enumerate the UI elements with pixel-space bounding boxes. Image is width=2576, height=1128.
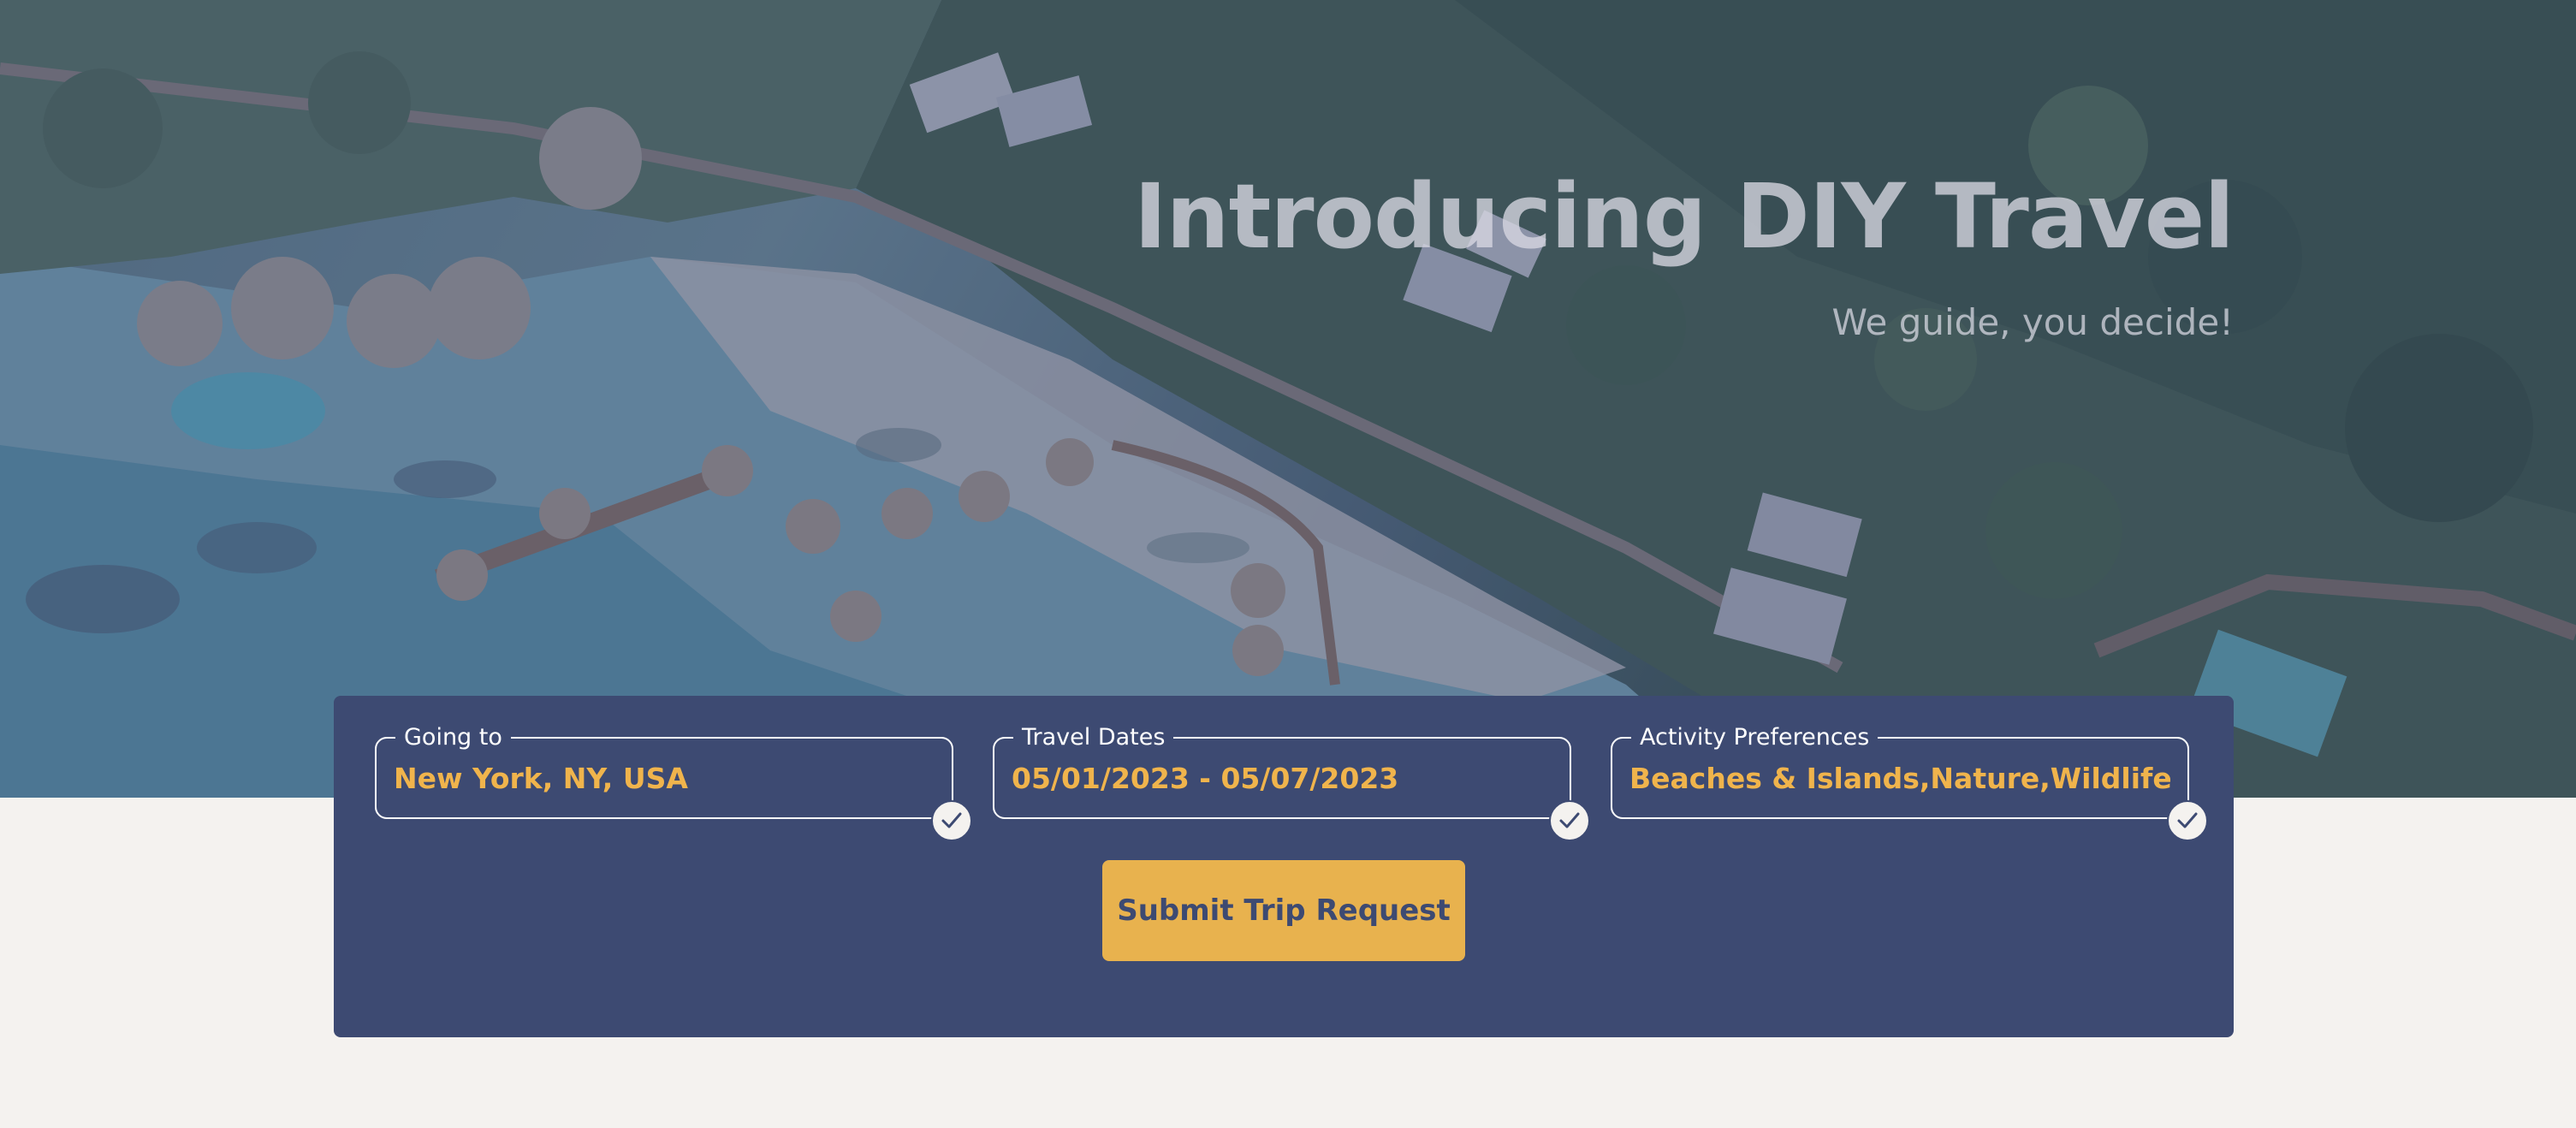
travel-dates-value[interactable]: 05/01/2023 - 05/07/2023 (1012, 762, 1552, 796)
check-icon (931, 800, 972, 841)
activity-preferences-label: Activity Preferences (1631, 723, 1879, 752)
destination-label: Going to (395, 723, 511, 752)
check-icon (1549, 800, 1590, 841)
activity-preferences-field[interactable]: Activity Preferences Beaches & Islands,N… (1611, 723, 2208, 841)
travel-dates-field[interactable]: Travel Dates 05/01/2023 - 05/07/2023 (993, 723, 1590, 841)
hero-title: Introducing DIY Travel (1133, 164, 2235, 269)
destination-field[interactable]: Going to New York, NY, USA (375, 723, 972, 841)
hero-subtitle: We guide, you decide! (1831, 301, 2234, 343)
trip-request-panel: Going to New York, NY, USA Travel Dates … (334, 696, 2234, 1037)
destination-value[interactable]: New York, NY, USA (394, 762, 935, 796)
hero-overlay (0, 0, 2576, 798)
travel-dates-label: Travel Dates (1013, 723, 1174, 752)
hero-banner: Introducing DIY Travel We guide, you dec… (0, 0, 2576, 798)
submit-trip-request-button[interactable]: Submit Trip Request (1102, 860, 1465, 961)
check-icon (2167, 800, 2208, 841)
activity-preferences-value[interactable]: Beaches & Islands,Nature,Wildlife,Arts & (1629, 762, 2170, 796)
